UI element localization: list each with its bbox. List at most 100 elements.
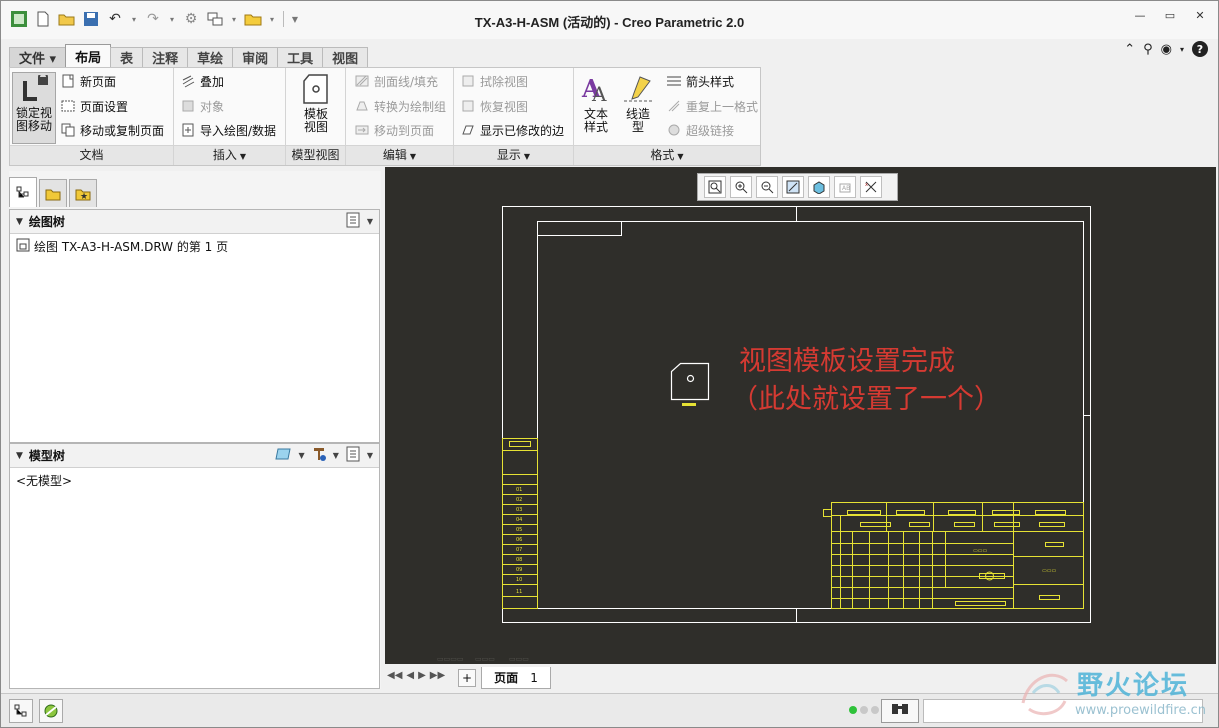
search-icon[interactable]: ⚲: [1143, 42, 1153, 57]
lock-view-button[interactable]: 锁定视 图移动: [12, 72, 56, 144]
show-dropdown-icon[interactable]: ▼: [299, 451, 305, 460]
minimize-icon[interactable]: —: [1132, 9, 1148, 22]
prev-page-icon[interactable]: ◀: [406, 670, 414, 681]
object-icon: [180, 98, 196, 114]
navigator-toggle-icon[interactable]: [9, 699, 33, 723]
section-hatch-label: 剖面线/填充: [374, 74, 439, 89]
move-copy-pages-button[interactable]: 移动或复制页面: [60, 120, 164, 140]
text-style-button[interactable]: AA 文本 样式: [578, 72, 614, 134]
convert-draft-group-label: 转换为绘制组: [374, 99, 447, 114]
lock-view-icon: [16, 73, 52, 107]
view-toolbar: AB x: [697, 173, 898, 201]
hyperlink-label: 超级链接: [686, 123, 735, 138]
tab-layout[interactable]: 布局: [65, 44, 112, 67]
drawing-tree-title: 绘图树: [28, 215, 65, 229]
hyperlink-button[interactable]: 超级链接: [666, 120, 734, 140]
template-view-symbol: [670, 362, 710, 406]
browser-toggle-icon[interactable]: [39, 699, 63, 723]
tab-sketch[interactable]: 草绘: [187, 47, 234, 67]
model-tree-header[interactable]: ▼ 模型树 ▼ ▼ ▼: [10, 444, 379, 468]
favorites-tab-icon[interactable]: ★: [69, 179, 97, 207]
line-style-button[interactable]: 线造 型: [618, 72, 658, 134]
tab-review[interactable]: 审阅: [232, 47, 279, 67]
next-page-icon[interactable]: ▶: [418, 670, 426, 681]
show-modified-edges-button[interactable]: 显示已修改的边: [460, 120, 564, 140]
model-tree-tab-icon[interactable]: [9, 177, 37, 207]
help-icon[interactable]: ?: [1192, 41, 1208, 57]
move-to-page-button[interactable]: 移动到页面: [354, 120, 434, 140]
model-tree-collapse-arrow-icon[interactable]: ▼: [16, 451, 23, 461]
template-view-button[interactable]: 模板 视图: [294, 72, 338, 134]
window-title: TX-A3-H-ASM (活动的) - Creo Parametric 2.0: [474, 15, 745, 30]
tools-icon[interactable]: [311, 446, 327, 465]
tab-view[interactable]: 视图: [322, 47, 369, 67]
display-group-label: 显示: [496, 148, 521, 162]
repeat-format-icon: [666, 98, 682, 114]
tab-annotate[interactable]: 注释: [142, 47, 189, 67]
tools-dropdown-icon[interactable]: ▼: [333, 451, 339, 460]
line-style-label: 线造 型: [625, 107, 650, 134]
model-tree-title: 模型树: [28, 449, 65, 463]
tree-settings-dropdown-icon[interactable]: ▼: [367, 217, 373, 226]
new-page-button[interactable]: 新页面: [60, 71, 116, 91]
resume-view-button[interactable]: 恢复视图: [460, 96, 528, 116]
arrow-style-label: 箭头样式: [686, 74, 735, 89]
show-icon[interactable]: [274, 446, 293, 465]
zoom-out-icon[interactable]: [756, 176, 778, 198]
collapse-ribbon-icon[interactable]: ⌃: [1124, 42, 1135, 57]
group-document: 锁定视 图移动 新页面 页面设置 移动或复制页面 文档: [10, 68, 174, 165]
title-block: [823, 502, 1084, 609]
erase-view-label: 拭除视图: [480, 74, 529, 89]
last-page-icon[interactable]: ▶▶: [430, 670, 445, 681]
arrow-style-button[interactable]: 箭头样式: [666, 71, 734, 91]
zoom-in-icon[interactable]: [730, 176, 752, 198]
group-label-format[interactable]: 格式 ▼: [574, 145, 760, 165]
datum-display-icon[interactable]: x: [860, 176, 882, 198]
section-hatch-button[interactable]: 剖面线/填充: [354, 71, 438, 91]
tree-item-sheet[interactable]: 绘图 TX-A3-H-ASM.DRW 的第 1 页: [10, 234, 379, 259]
display-style-icon[interactable]: [808, 176, 830, 198]
community-dropdown-icon[interactable]: ▾: [1180, 45, 1184, 54]
tab-table[interactable]: 表: [110, 47, 144, 67]
group-label-insert[interactable]: 插入 ▼: [174, 145, 285, 165]
svg-text:10: 10: [516, 577, 522, 583]
maximize-icon[interactable]: ▭: [1162, 9, 1178, 22]
drawing-canvas[interactable]: 01 02 03 04 05 06 07 08 09 10 11 ▭▭▭ ▭▭▭…: [385, 167, 1216, 664]
repeat-format-button[interactable]: 重复上一格式: [666, 96, 758, 116]
navigator-tabs: ★: [9, 177, 97, 207]
svg-text:▭▭▭▭: ▭▭▭▭: [437, 655, 463, 663]
first-page-icon[interactable]: ◀◀: [387, 670, 402, 681]
object-button[interactable]: 对象: [180, 96, 224, 116]
group-label-display[interactable]: 显示 ▼: [454, 145, 573, 165]
svg-text:x: x: [865, 182, 868, 188]
watermark-url: www.proewildfire.cn: [1075, 703, 1206, 718]
folder-browser-tab-icon[interactable]: [39, 179, 67, 207]
overlay-button[interactable]: 叠加: [180, 71, 224, 91]
close-icon[interactable]: ✕: [1192, 9, 1208, 22]
tab-file[interactable]: 文件 ▾: [9, 47, 67, 67]
tab-tools[interactable]: 工具: [277, 47, 324, 67]
navigator-panel: ★ ▼ 绘图树 ▼ 绘图 TX-A3-H-ASM.DRW 的第 1 页 ▼ 模型…: [9, 171, 381, 689]
group-label-edit[interactable]: 编辑 ▼: [346, 145, 453, 165]
collapse-arrow-icon[interactable]: ▼: [16, 217, 23, 227]
svg-text:▭▭▭: ▭▭▭: [475, 655, 495, 663]
page-setup-button[interactable]: 页面设置: [60, 96, 128, 116]
resume-view-icon: [460, 98, 476, 114]
tree-settings-icon[interactable]: [345, 212, 361, 231]
import-drawing-button[interactable]: 导入绘图/数据: [180, 120, 276, 140]
annotation-display-icon[interactable]: AB: [834, 176, 856, 198]
find-binoculars-icon[interactable]: [881, 699, 919, 723]
add-page-button[interactable]: +: [458, 669, 476, 687]
page-tab-1[interactable]: 页面 1: [481, 667, 551, 689]
svg-text:05: 05: [516, 527, 522, 533]
repaint-icon[interactable]: [782, 176, 804, 198]
model-tree-settings-icon[interactable]: [345, 446, 361, 465]
erase-view-button[interactable]: 拭除视图: [460, 71, 528, 91]
refit-icon[interactable]: [704, 176, 726, 198]
svg-text:06: 06: [516, 537, 522, 543]
model-tree-settings-dropdown-icon[interactable]: ▼: [367, 451, 373, 460]
convert-draft-group-button[interactable]: 转换为绘制组: [354, 96, 446, 116]
lock-view-label: 锁定视 图移动: [15, 106, 52, 133]
community-icon[interactable]: ◉: [1161, 42, 1172, 57]
drawing-tree-header[interactable]: ▼ 绘图树 ▼: [10, 210, 379, 234]
